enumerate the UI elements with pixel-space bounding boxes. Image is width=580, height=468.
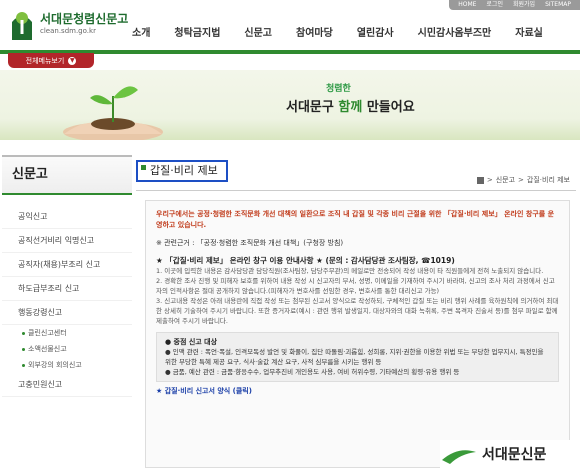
guide-item: 2. 경확한 조사 진행 및 피해자 보호를 위하여 내용 작성 시 신고자의 … [156,277,555,295]
gnb-participation[interactable]: 참여마당 [296,24,333,39]
sidebar-subitem[interactable]: 클린신고센터 [2,325,132,341]
content-box: 우리구에서는 공정·청렴한 조직문화 개선 대책의 일환으로 조직 내 갑질 및… [145,200,570,468]
sidebar-subitem[interactable]: 외부강의 회의신고 [2,357,132,373]
gnb-archive[interactable]: 자료실 [515,24,543,39]
all-menu-label: 전체메뉴보기 [25,56,65,65]
content-divider [136,190,576,191]
footer-name: 서대문신문 [482,447,547,463]
banner-small-text: 청렴한 [326,84,351,94]
gnb-anti-graft[interactable]: 청탁금지법 [174,24,220,39]
intro-text: 우리구에서는 공정·청렴한 조직문화 개선 대책의 일환으로 조직 내 갑질 및… [156,210,555,229]
guide-item: 3. 신고내용 작성은 아래 내용란에 직접 작성 또는 첨부된 신고서 양식으… [156,297,559,325]
sidebar: 신문고 공익신고 공직선거비리 익명신고 공직자(채용)부조리 신고 하도급부조… [2,155,132,397]
subject-title: ● 중점 신고 대상 [165,338,218,346]
subject-box: ● 중점 신고 대상 ● 인맥 관련 : 폭언·폭설, 인격모독성 발언 및 화… [156,332,559,382]
breadcrumb-item[interactable]: 신문고 [496,175,515,185]
util-join-link[interactable]: 회원가입 [508,0,540,10]
sidebar-item-public-report[interactable]: 공익신고 [2,205,132,229]
basis-text: ※ 관련근거 : 「공정·청렴한 조직문화 개선 대책」(구청장 방침) [156,239,344,247]
all-menu-button[interactable]: 전체메뉴보기 ▼ [8,53,94,68]
report-form-link[interactable]: ★ 갑질·비리 신고서 양식 (클릭) [156,386,559,396]
site-logo[interactable]: 서대문청렴신문고 clean.sdm.go.kr [8,6,128,42]
logo-tree-icon [8,6,36,42]
subject-line: ● 금품, 예산 관련 : 금품·향응수수, 업무추진비 개인용도 사용, 여비… [165,368,460,376]
sidebar-item-hiring-report[interactable]: 공직자(채용)부조리 신고 [2,253,132,277]
bullet-icon [22,331,25,335]
page-title: 갑질·비리 제보 [136,160,228,182]
hero-banner: 청렴한 서대문구 함께 만들어요 [0,70,580,140]
subject-line: ● 인맥 관련 : 폭언·폭설, 인격모독성 발언 및 화풀이, 집단 따돌림·… [165,348,544,366]
gnb-open-audit[interactable]: 열린감사 [357,24,394,39]
sidebar-item-grievance[interactable]: 고충민원신고 [2,373,132,397]
sidebar-item-election-report[interactable]: 공직선거비리 익명신고 [2,229,132,253]
newspaper-swoosh-icon [442,450,476,464]
logo-title: 서대문청렴신문고 [40,12,129,26]
sidebar-item-conduct-report[interactable]: 행동강령신고 [2,301,132,325]
util-sitemap-link[interactable]: SITEMAP [540,0,576,10]
title-marker-icon [141,165,146,170]
gnb-intro[interactable]: 소개 [132,24,150,39]
banner-slogan: 서대문구 함께 만들어요 [286,100,415,115]
bullet-icon [22,363,25,367]
breadcrumb-current: 갑질·비리 제보 [526,176,570,184]
sidebar-subitem[interactable]: 소액선물신고 [2,341,132,357]
hands-sprout-icon [63,86,163,140]
util-home-link[interactable]: HOME [453,0,481,10]
footer-logo: 서대문신문 [440,440,580,468]
sidebar-title: 신문고 [2,155,132,195]
utility-nav: HOME 로그인 회원가입 SITEMAP [449,0,580,10]
gnb-report[interactable]: 신문고 [244,24,272,39]
chevron-down-icon: ▼ [68,56,77,65]
bullet-icon [22,347,25,351]
guide-title: ★ 「갑질·비리 제보」 온라인 창구 이용 안내사항 ★ (문의 : 감사담당… [156,256,455,265]
home-icon[interactable] [476,176,484,184]
guide-item: 1. 이곳에 입력한 내용은 감사담당관 담당직원(조사팀장, 담당주무관)의 … [156,267,544,275]
breadcrumb: > 신문고 > 갑질·비리 제보 [476,175,570,185]
sidebar-item-subcontract-report[interactable]: 하도급부조리 신고 [2,277,132,301]
util-login-link[interactable]: 로그인 [481,0,508,10]
global-nav: 소개 청탁금지법 신문고 참여마당 열린감사 시민감사옴부즈만 자료실 [132,24,567,39]
gnb-ombudsman[interactable]: 시민감사옴부즈만 [418,24,492,39]
logo-subtitle: clean.sdm.go.kr [40,27,96,35]
